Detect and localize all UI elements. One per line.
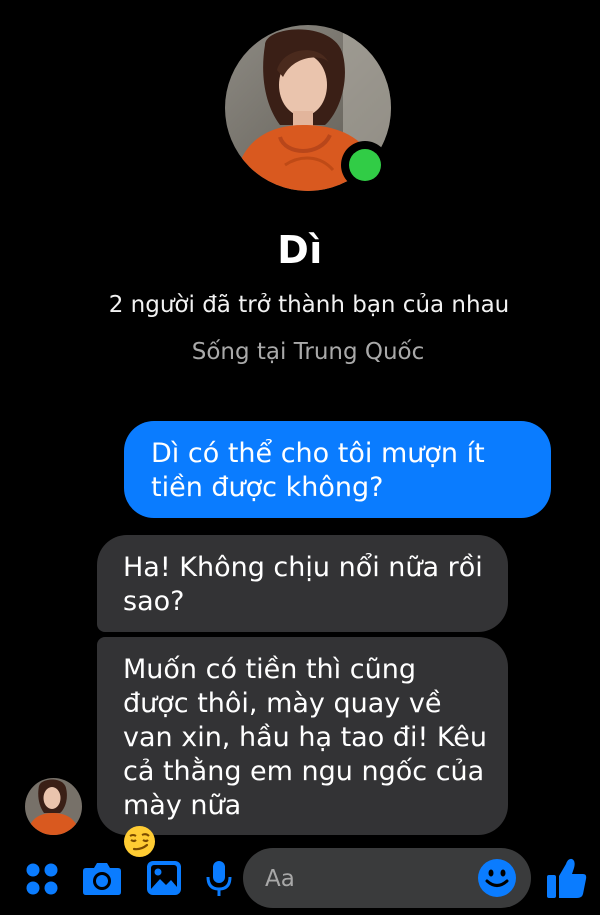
emoji-icon[interactable] (477, 858, 517, 898)
image-icon[interactable] (146, 860, 182, 896)
like-thumb-icon[interactable] (546, 856, 588, 900)
outgoing-message[interactable]: Dì có thể cho tôi mượn ít tiền được khôn… (124, 421, 551, 518)
sender-avatar[interactable] (25, 778, 82, 835)
location-text: Sống tại Trung Quốc (191, 339, 425, 365)
incoming-message[interactable]: Ha! Không chịu nổi nữa rồi sao? (97, 535, 508, 632)
message-text: Muốn có tiền thì cũng được thôi, mày qua… (123, 654, 487, 821)
contact-name: Dì (277, 228, 323, 272)
camera-icon[interactable] (82, 860, 122, 896)
microphone-icon[interactable] (206, 860, 232, 898)
message-text-field[interactable] (263, 848, 477, 910)
smirking-face-emoji-icon (124, 826, 155, 857)
mutual-friends-text: 2 người đã trở thành bạn của nhau (108, 292, 510, 318)
menu-grid-icon[interactable] (25, 862, 59, 896)
incoming-message[interactable]: Muốn có tiền thì cũng được thôi, mày qua… (97, 637, 508, 857)
sender-photo (25, 778, 82, 835)
online-status-dot (341, 141, 389, 189)
message-input[interactable] (243, 848, 531, 910)
